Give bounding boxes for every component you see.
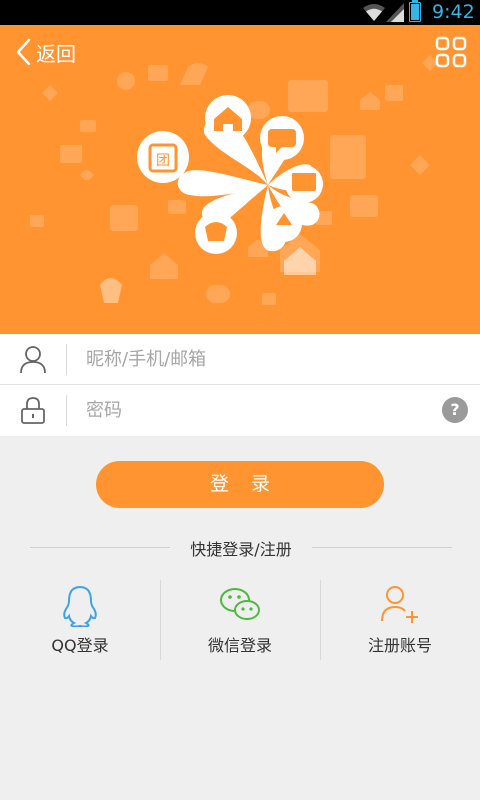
add-user-icon [381, 586, 418, 623]
register-button[interactable]: 注册账号 [320, 580, 480, 660]
wechat-icon [220, 588, 260, 620]
qq-login-button[interactable]: QQ登录 [0, 580, 160, 660]
quick-login-options: QQ登录 微信登录 注册账号 [0, 580, 480, 660]
back-label: 返回 [36, 41, 76, 66]
username-row [0, 334, 480, 385]
status-time: 9:42 [432, 1, 475, 23]
qq-login-label: QQ登录 [51, 636, 109, 655]
quick-login-title: 快捷登录/注册 [190, 540, 292, 559]
back-button[interactable]: 返回 [14, 37, 76, 67]
username-input[interactable] [86, 342, 426, 376]
wechat-login-label: 微信登录 [207, 636, 272, 655]
lock-icon [21, 397, 45, 424]
row-divider [66, 395, 67, 426]
wifi-icon [363, 4, 385, 21]
help-button[interactable]: ? [442, 397, 468, 423]
grid-icon[interactable] [434, 35, 468, 69]
user-icon [20, 346, 46, 374]
login-button[interactable]: 登 录 [96, 461, 384, 508]
wechat-login-button[interactable]: 微信登录 [160, 580, 320, 660]
password-input[interactable] [86, 393, 426, 427]
password-row: ? [0, 385, 480, 436]
qq-icon [63, 585, 97, 627]
register-label: 注册账号 [367, 636, 432, 655]
divider-line [30, 547, 170, 548]
divider-line [312, 547, 452, 548]
quick-login-header: 快捷登录/注册 [0, 536, 480, 559]
login-form: ? [0, 334, 480, 436]
battery-icon [409, 0, 421, 22]
hero-badge-text: 团 [156, 153, 170, 169]
row-divider [66, 344, 67, 375]
chevron-left-icon [16, 38, 31, 66]
status-bar: 9:42 [0, 0, 480, 25]
hero-illustration: 团 [30, 55, 438, 305]
hero-banner: 团 返回 [0, 25, 480, 334]
signal-icon [386, 3, 404, 22]
